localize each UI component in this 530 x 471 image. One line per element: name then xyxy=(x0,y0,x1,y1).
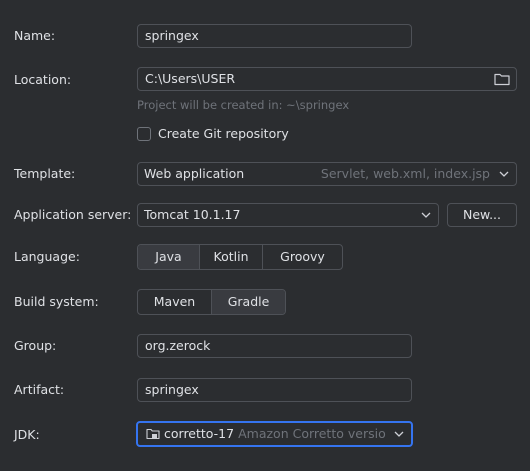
language-segmented: Java Kotlin Groovy xyxy=(137,244,343,270)
location-value: C:\Users\USER xyxy=(145,71,236,86)
name-label: Name: xyxy=(14,28,56,43)
template-dropdown[interactable]: Web application Servlet, web.xml, index.… xyxy=(137,162,517,186)
location-hint: Project will be created in: ~\springex xyxy=(137,98,350,112)
location-label: Location: xyxy=(14,72,72,87)
build-maven-option[interactable]: Maven xyxy=(138,290,212,314)
jdk-value: corretto-17 xyxy=(164,426,235,441)
create-git-repo-label: Create Git repository xyxy=(158,126,289,141)
jdk-label: JDK: xyxy=(14,427,40,442)
artifact-input[interactable]: springex xyxy=(137,378,412,402)
group-input[interactable]: org.zerock xyxy=(137,334,412,358)
chevron-down-icon xyxy=(496,163,512,185)
template-label: Template: xyxy=(14,166,76,181)
chevron-down-icon xyxy=(391,423,407,445)
create-git-repo-checkbox[interactable] xyxy=(137,126,151,141)
folder-icon[interactable] xyxy=(494,72,510,86)
chevron-down-icon xyxy=(418,204,434,226)
name-input[interactable]: springex xyxy=(137,24,412,48)
build-system-segmented: Maven Gradle xyxy=(137,289,286,315)
new-app-server-button[interactable]: New... xyxy=(447,203,517,227)
app-server-label: Application server: xyxy=(14,207,132,222)
language-java-option[interactable]: Java xyxy=(138,245,200,269)
template-value: Web application xyxy=(144,166,245,181)
jdk-detail: Amazon Corretto versio xyxy=(238,426,386,441)
create-git-repo-row[interactable]: Create Git repository xyxy=(137,126,289,141)
language-kotlin-option[interactable]: Kotlin xyxy=(200,245,263,269)
build-system-label: Build system: xyxy=(14,294,99,309)
app-server-value: Tomcat 10.1.17 xyxy=(144,207,241,222)
language-label: Language: xyxy=(14,249,80,264)
template-detail: Servlet, web.xml, index.jsp xyxy=(320,166,490,181)
artifact-label: Artifact: xyxy=(14,382,65,397)
group-label: Group: xyxy=(14,338,57,353)
build-gradle-option[interactable]: Gradle xyxy=(212,290,285,314)
location-input[interactable]: C:\Users\USER xyxy=(137,67,517,91)
app-server-dropdown[interactable]: Tomcat 10.1.17 xyxy=(137,203,439,227)
jdk-dropdown[interactable]: corretto-17 Amazon Corretto versio xyxy=(136,421,413,447)
language-groovy-option[interactable]: Groovy xyxy=(263,245,342,269)
folder-icon xyxy=(146,427,160,441)
